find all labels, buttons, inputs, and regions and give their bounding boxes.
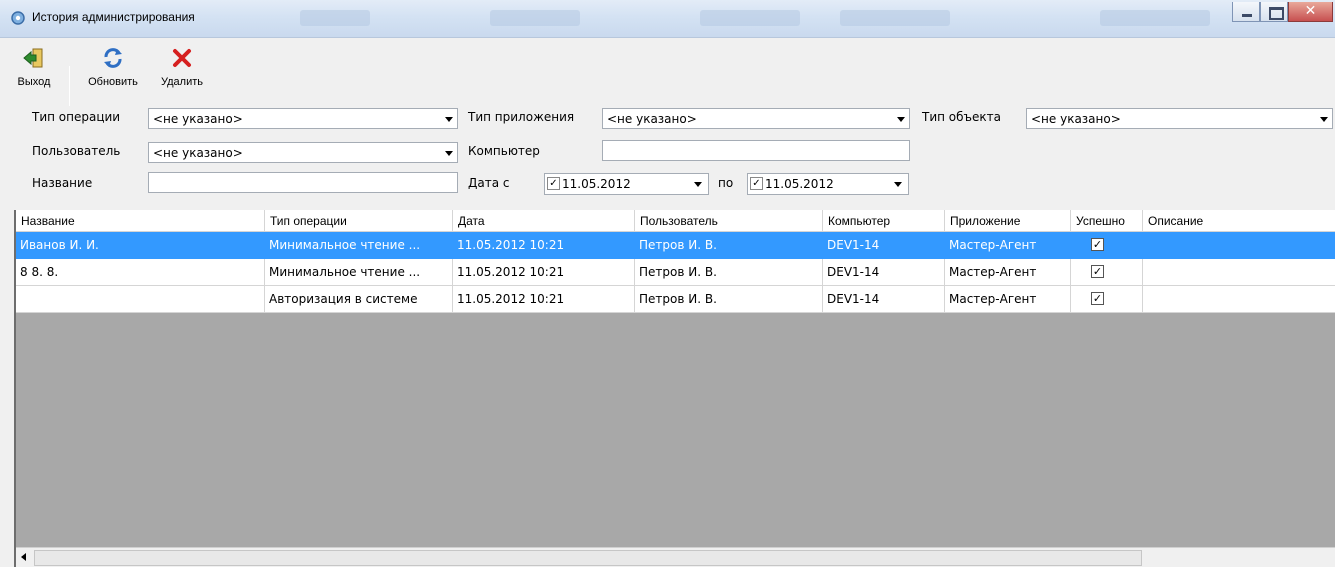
- scrollbar-thumb[interactable]: [34, 550, 1142, 566]
- exit-button[interactable]: Выход: [10, 46, 58, 88]
- chevron-down-icon[interactable]: [689, 174, 706, 194]
- window-controls: ✕: [1232, 2, 1333, 24]
- cell-success: ✓: [1071, 232, 1143, 259]
- history-grid[interactable]: Название Тип операции Дата Пользователь …: [14, 210, 1335, 567]
- cell-success: ✓: [1071, 259, 1143, 286]
- object-type-combo[interactable]: <не указано>: [1026, 108, 1333, 129]
- cell-success: ✓: [1071, 286, 1143, 313]
- cell-operation-type: Минимальное чтение ...: [265, 259, 453, 286]
- cell-operation-type: Авторизация в системе: [265, 286, 453, 313]
- date-from-value: 11.05.2012: [562, 177, 631, 191]
- chevron-down-icon[interactable]: [889, 174, 906, 194]
- cell-description: [1143, 286, 1335, 313]
- column-header-user[interactable]: Пользователь: [635, 210, 823, 232]
- cell-user: Петров И. В.: [635, 259, 823, 286]
- cell-application: Мастер-Агент: [945, 232, 1071, 259]
- delete-button[interactable]: Удалить: [150, 46, 214, 88]
- column-header-operation-type[interactable]: Тип операции: [265, 210, 453, 232]
- user-value: <не указано>: [153, 146, 243, 160]
- cell-name: Иванов И. И.: [16, 232, 265, 259]
- toolbar-separator: [69, 66, 70, 106]
- chevron-down-icon[interactable]: [440, 143, 457, 162]
- date-from-picker[interactable]: ✓ 11.05.2012: [544, 173, 709, 195]
- refresh-icon: [104, 48, 122, 68]
- cell-operation-type: Минимальное чтение ...: [265, 232, 453, 259]
- date-to-label: по: [718, 176, 734, 190]
- cell-user: Петров И. В.: [635, 286, 823, 313]
- cell-description: [1143, 232, 1335, 259]
- application-type-label: Тип приложения: [468, 110, 575, 124]
- cell-description: [1143, 259, 1335, 286]
- chevron-down-icon[interactable]: [892, 109, 909, 128]
- close-icon: ✕: [1304, 3, 1317, 19]
- success-checkbox[interactable]: ✓: [1091, 238, 1104, 251]
- background-ghost: [300, 10, 370, 26]
- cell-application: Мастер-Агент: [945, 286, 1071, 313]
- refresh-button[interactable]: Обновить: [80, 46, 146, 88]
- user-combo[interactable]: <не указано>: [148, 142, 458, 163]
- chevron-down-icon[interactable]: [440, 109, 457, 128]
- operation-type-combo[interactable]: <не указано>: [148, 108, 458, 129]
- table-row[interactable]: 8 8. 8. Минимальное чтение ... 11.05.201…: [16, 259, 1335, 286]
- delete-label: Удалить: [161, 76, 203, 88]
- background-ghost: [490, 10, 580, 26]
- success-checkbox[interactable]: ✓: [1091, 292, 1104, 305]
- cell-date: 11.05.2012 10:21: [453, 286, 635, 313]
- delete-icon: [173, 49, 191, 67]
- column-header-computer[interactable]: Компьютер: [823, 210, 945, 232]
- grid-header: Название Тип операции Дата Пользователь …: [16, 210, 1335, 232]
- object-type-value: <не указано>: [1031, 112, 1121, 126]
- column-header-date[interactable]: Дата: [453, 210, 635, 232]
- date-to-value: 11.05.2012: [765, 177, 834, 191]
- object-type-label: Тип объекта: [922, 110, 1001, 124]
- cell-name: [16, 286, 265, 313]
- background-ghost: [1100, 10, 1210, 26]
- name-input[interactable]: [148, 172, 458, 193]
- exit-icon: [23, 48, 43, 68]
- toolbar: Выход Обновить Удалить: [0, 20, 240, 106]
- column-header-success[interactable]: Успешно: [1071, 210, 1143, 232]
- date-from-label: Дата с: [468, 176, 510, 190]
- cell-computer: DEV1-14: [823, 232, 945, 259]
- cell-name: 8 8. 8.: [16, 259, 265, 286]
- chevron-down-icon[interactable]: [1315, 109, 1332, 128]
- table-row[interactable]: Иванов И. И. Минимальное чтение ... 11.0…: [16, 232, 1335, 259]
- background-ghost: [840, 10, 950, 26]
- column-header-description[interactable]: Описание: [1143, 210, 1335, 232]
- minimize-button[interactable]: [1232, 2, 1260, 22]
- maximize-button[interactable]: [1260, 2, 1288, 22]
- scroll-left-icon[interactable]: [16, 548, 33, 567]
- cell-computer: DEV1-14: [823, 286, 945, 313]
- cell-date: 11.05.2012 10:21: [453, 259, 635, 286]
- column-header-name[interactable]: Название: [16, 210, 265, 232]
- close-button[interactable]: ✕: [1288, 2, 1333, 22]
- cell-user: Петров И. В.: [635, 232, 823, 259]
- computer-label: Компьютер: [468, 144, 540, 158]
- cell-application: Мастер-Агент: [945, 259, 1071, 286]
- operation-type-value: <не указано>: [153, 112, 243, 126]
- column-header-application[interactable]: Приложение: [945, 210, 1071, 232]
- background-ghost: [700, 10, 800, 26]
- operation-type-label: Тип операции: [32, 110, 121, 124]
- cell-computer: DEV1-14: [823, 259, 945, 286]
- user-label: Пользователь: [32, 144, 121, 158]
- computer-input[interactable]: [602, 140, 910, 161]
- exit-label: Выход: [17, 76, 51, 88]
- name-label: Название: [32, 176, 93, 190]
- date-to-checkbox[interactable]: ✓: [750, 177, 763, 190]
- date-to-picker[interactable]: ✓ 11.05.2012: [747, 173, 909, 195]
- date-from-checkbox[interactable]: ✓: [547, 177, 560, 190]
- refresh-label: Обновить: [88, 76, 138, 88]
- horizontal-scrollbar[interactable]: [16, 547, 1335, 567]
- table-row[interactable]: Авторизация в системе 11.05.2012 10:21 П…: [16, 286, 1335, 313]
- cell-date: 11.05.2012 10:21: [453, 232, 635, 259]
- application-type-combo[interactable]: <не указано>: [602, 108, 910, 129]
- application-type-value: <не указано>: [607, 112, 697, 126]
- success-checkbox[interactable]: ✓: [1091, 265, 1104, 278]
